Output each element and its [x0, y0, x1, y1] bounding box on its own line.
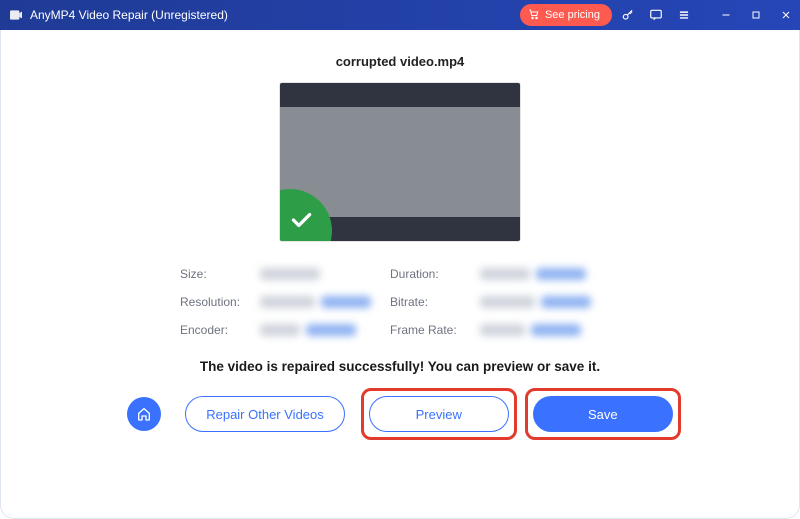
value-bitrate	[480, 296, 610, 308]
save-button[interactable]: Save	[533, 396, 673, 432]
label-bitrate: Bitrate:	[390, 295, 480, 309]
close-button[interactable]	[778, 7, 794, 23]
app-logo-icon	[8, 7, 24, 23]
label-duration: Duration:	[390, 267, 480, 281]
cart-icon	[528, 8, 540, 23]
minimize-button[interactable]	[718, 7, 734, 23]
see-pricing-label: See pricing	[545, 9, 600, 21]
success-message: The video is repaired successfully! You …	[200, 359, 600, 374]
menu-icon[interactable]	[676, 7, 692, 23]
key-icon[interactable]	[620, 7, 636, 23]
content-area: corrupted video.mp4 Size: Duration: Reso…	[0, 30, 800, 519]
value-duration	[480, 268, 610, 280]
label-framerate: Frame Rate:	[390, 323, 480, 337]
preview-highlight: Preview	[369, 396, 509, 432]
app-title: AnyMP4 Video Repair (Unregistered)	[30, 8, 228, 22]
value-framerate	[480, 324, 610, 336]
value-encoder	[260, 324, 390, 336]
repair-other-videos-button[interactable]: Repair Other Videos	[185, 396, 345, 432]
titlebar: AnyMP4 Video Repair (Unregistered) See p…	[0, 0, 800, 30]
see-pricing-button[interactable]: See pricing	[520, 4, 612, 26]
title-controls	[620, 7, 794, 23]
file-name: corrupted video.mp4	[336, 54, 465, 69]
home-button[interactable]	[127, 397, 161, 431]
value-size	[260, 268, 390, 280]
feedback-icon[interactable]	[648, 7, 664, 23]
save-highlight: Save	[533, 396, 673, 432]
preview-button[interactable]: Preview	[369, 396, 509, 432]
app-window: AnyMP4 Video Repair (Unregistered) See p…	[0, 0, 800, 519]
label-encoder: Encoder:	[180, 323, 260, 337]
label-size: Size:	[180, 267, 260, 281]
window-controls	[718, 7, 794, 23]
action-row: Repair Other Videos Preview Save	[127, 396, 673, 432]
value-resolution	[260, 296, 390, 308]
label-resolution: Resolution:	[180, 295, 260, 309]
maximize-button[interactable]	[748, 7, 764, 23]
video-thumbnail	[280, 83, 520, 241]
video-metadata: Size: Duration: Resolution: Bitrate: Enc…	[180, 267, 620, 337]
